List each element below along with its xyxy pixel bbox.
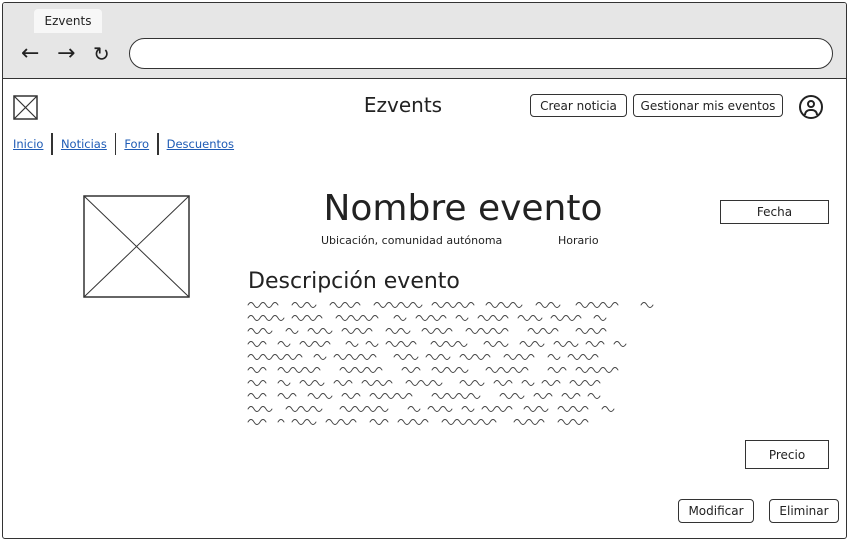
main-nav: Inicio Noticias Foro Descuentos (13, 133, 234, 155)
event-image-placeholder-icon (83, 195, 190, 298)
reload-icon[interactable]: ↻ (93, 38, 110, 70)
browser-tab[interactable]: Ezvents (34, 9, 102, 33)
event-date-field: Fecha (720, 200, 829, 224)
nav-link-foro[interactable]: Foro (124, 137, 149, 151)
delete-button[interactable]: Eliminar (769, 499, 839, 523)
nav-divider (51, 133, 53, 155)
back-arrow-icon[interactable]: ← (21, 38, 39, 70)
nav-link-inicio[interactable]: Inicio (13, 137, 43, 151)
forward-arrow-icon[interactable]: → (57, 38, 75, 70)
logo-placeholder-icon (13, 95, 38, 120)
browser-chrome: Ezvents ← → ↻ (3, 3, 846, 79)
browser-window: Ezvents ← → ↻ Ezvents Crear noticia Gest… (2, 2, 847, 539)
event-schedule: Horario (558, 234, 599, 247)
modify-button[interactable]: Modificar (678, 499, 754, 523)
avatar-head (807, 100, 815, 108)
event-location: Ubicación, comunidad autónoma (321, 234, 503, 247)
description-title: Descripción evento (248, 269, 460, 294)
create-news-button[interactable]: Crear noticia (530, 94, 627, 117)
event-name: Nombre evento (323, 188, 603, 229)
avatar-body (804, 109, 818, 115)
description-scribble-text (247, 302, 654, 425)
user-profile-icon[interactable] (799, 95, 823, 119)
nav-divider (157, 133, 159, 155)
nav-link-descuentos[interactable]: Descuentos (167, 137, 234, 151)
app-title: Ezvents (363, 93, 443, 117)
nav-divider (114, 133, 117, 155)
nav-link-noticias[interactable]: Noticias (61, 137, 107, 151)
manage-events-button[interactable]: Gestionar mis eventos (633, 94, 783, 117)
event-price-field: Precio (745, 440, 829, 469)
url-bar[interactable] (129, 38, 833, 69)
